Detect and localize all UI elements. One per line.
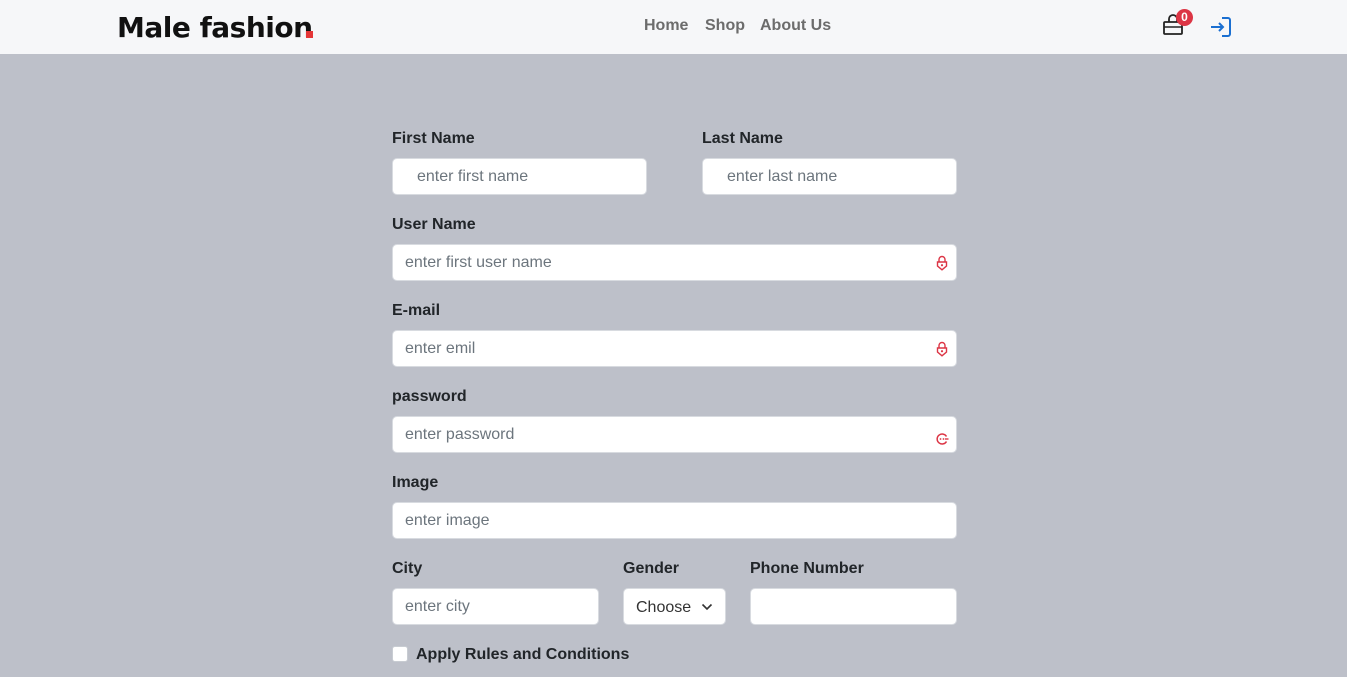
- user-name-input[interactable]: [393, 245, 956, 280]
- email-input[interactable]: [393, 331, 956, 366]
- last-name-field: [702, 158, 957, 195]
- rules-label[interactable]: Apply Rules and Conditions: [416, 646, 629, 664]
- last-name-label: Last Name: [702, 130, 783, 147]
- user-name-label: User Name: [392, 216, 476, 233]
- brand-logo-dot: [306, 31, 313, 38]
- first-name-label: First Name: [392, 130, 475, 147]
- email-label: E-mail: [392, 302, 441, 319]
- image-input[interactable]: [393, 503, 956, 538]
- invalid-lock-icon: [936, 341, 948, 357]
- password-label: password: [392, 388, 467, 405]
- brand-logo[interactable]: Male fashion: [117, 11, 313, 44]
- image-field: [392, 502, 957, 539]
- email-field: [392, 330, 957, 367]
- login-arrow-icon[interactable]: [1209, 15, 1233, 39]
- nav-link-shop[interactable]: Shop: [705, 17, 745, 35]
- gender-label: Gender: [623, 560, 680, 577]
- first-name-input[interactable]: [393, 159, 646, 194]
- password-input[interactable]: [393, 417, 956, 452]
- rules-checkbox[interactable]: [392, 646, 408, 662]
- password-field: [392, 416, 957, 453]
- user-name-field: [392, 244, 957, 281]
- city-label: City: [392, 560, 423, 577]
- first-name-field: [392, 158, 647, 195]
- gender-select[interactable]: Choose: [623, 588, 726, 625]
- city-input[interactable]: [393, 589, 598, 624]
- phone-number-label: Phone Number: [750, 560, 864, 577]
- last-name-input[interactable]: [703, 159, 956, 194]
- nav-link-home[interactable]: Home: [644, 17, 688, 35]
- image-label: Image: [392, 474, 439, 491]
- gender-selected-value: Choose: [636, 599, 692, 616]
- chevron-down-icon: [701, 603, 713, 611]
- password-key-icon[interactable]: [935, 431, 949, 447]
- phone-number-field: [750, 588, 957, 625]
- cart-count-badge: 0: [1176, 9, 1193, 26]
- nav-link-about-us[interactable]: About Us: [760, 17, 831, 35]
- phone-number-input[interactable]: [751, 589, 956, 624]
- invalid-lock-icon: [936, 255, 948, 271]
- city-field: [392, 588, 599, 625]
- navbar: Male fashion Home Shop About Us 0: [0, 0, 1347, 54]
